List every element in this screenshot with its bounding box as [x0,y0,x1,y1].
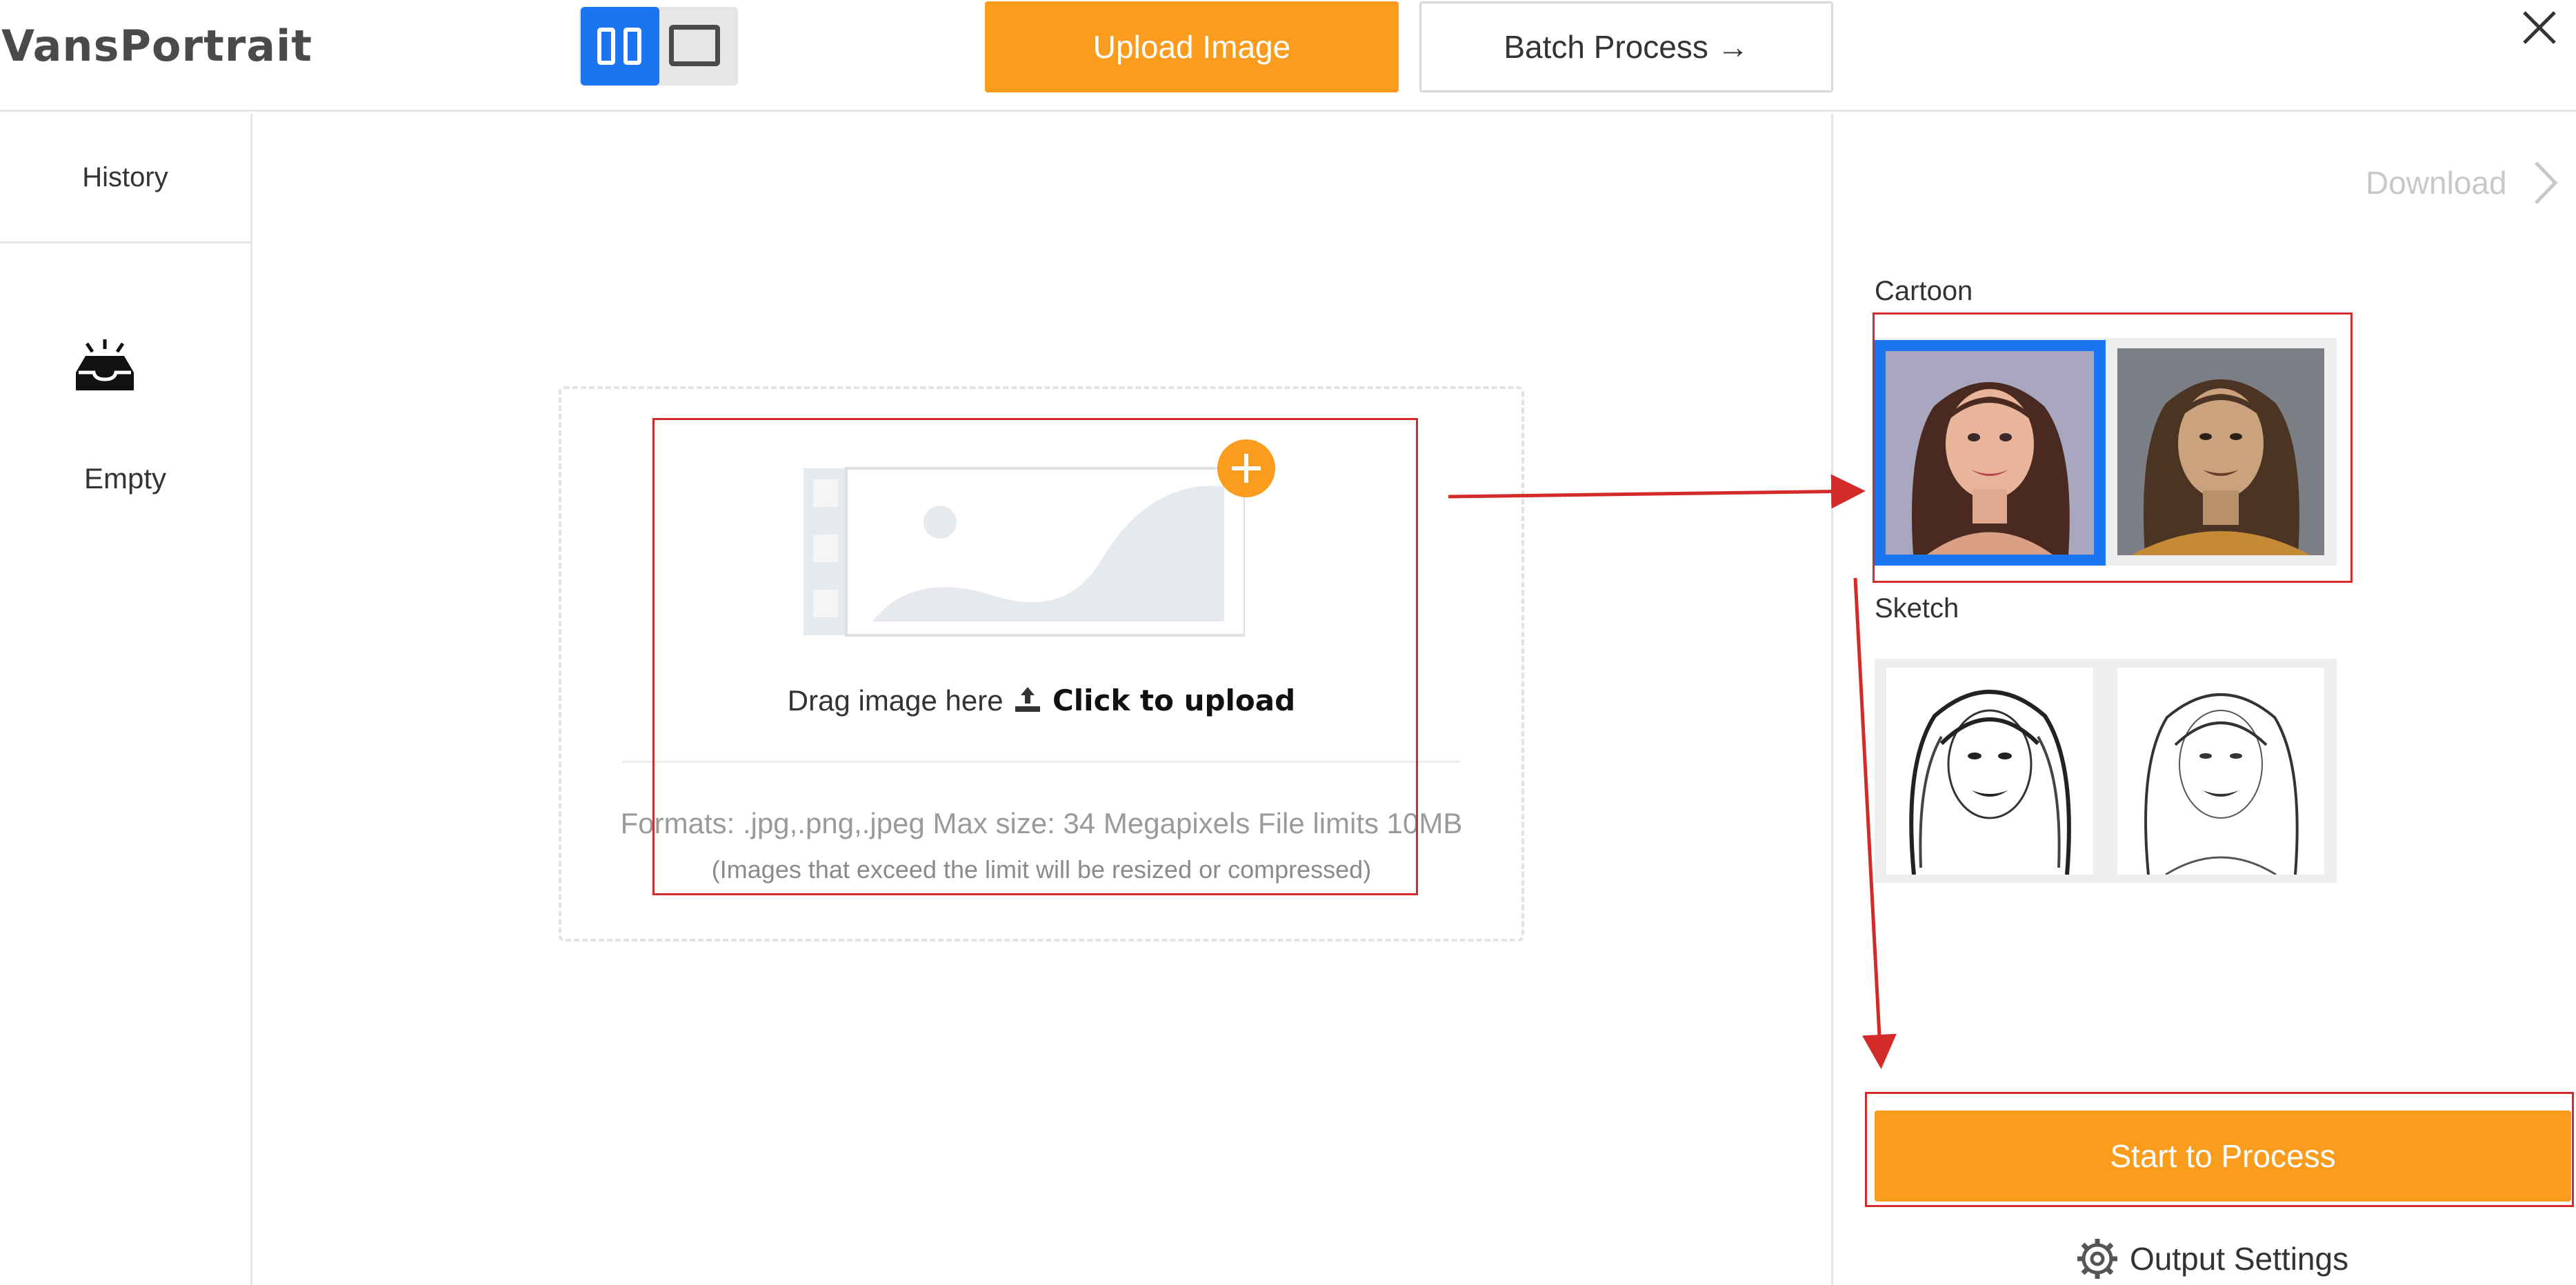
sketch-style-2[interactable] [2117,668,2324,875]
batch-process-button[interactable]: Batch Process → [1419,1,1833,92]
download-label: Download [2366,165,2507,201]
empty-inbox-icon [76,339,134,390]
empty-state-label: Empty [83,462,167,495]
sketch-style-1[interactable] [1886,668,2093,875]
download-button[interactable]: Download [2366,159,2573,207]
app-title: VansPortrait [1,21,313,71]
sketch-label: Sketch [1875,593,1959,624]
history-tab[interactable]: History [0,114,250,243]
output-settings-button[interactable]: Output Settings [2076,1235,2379,1283]
annotation-start-box [1865,1092,2574,1207]
sketch-portrait-2 [2117,668,2324,875]
annotation-cartoon-box [1873,312,2353,583]
history-sidebar [0,114,252,1285]
annotation-upload-box [652,418,1418,895]
cartoon-label: Cartoon [1875,276,1973,306]
layout-single-icon[interactable] [669,25,720,66]
upload-image-button[interactable]: Upload Image [985,1,1399,92]
output-settings-label: Output Settings [2130,1241,2349,1277]
layout-split-icon[interactable] [581,7,659,86]
sketch-portrait-1 [1886,668,2093,875]
close-icon[interactable] [2519,7,2560,48]
chevron-right-icon [2534,161,2558,204]
gear-icon [2077,1239,2117,1279]
